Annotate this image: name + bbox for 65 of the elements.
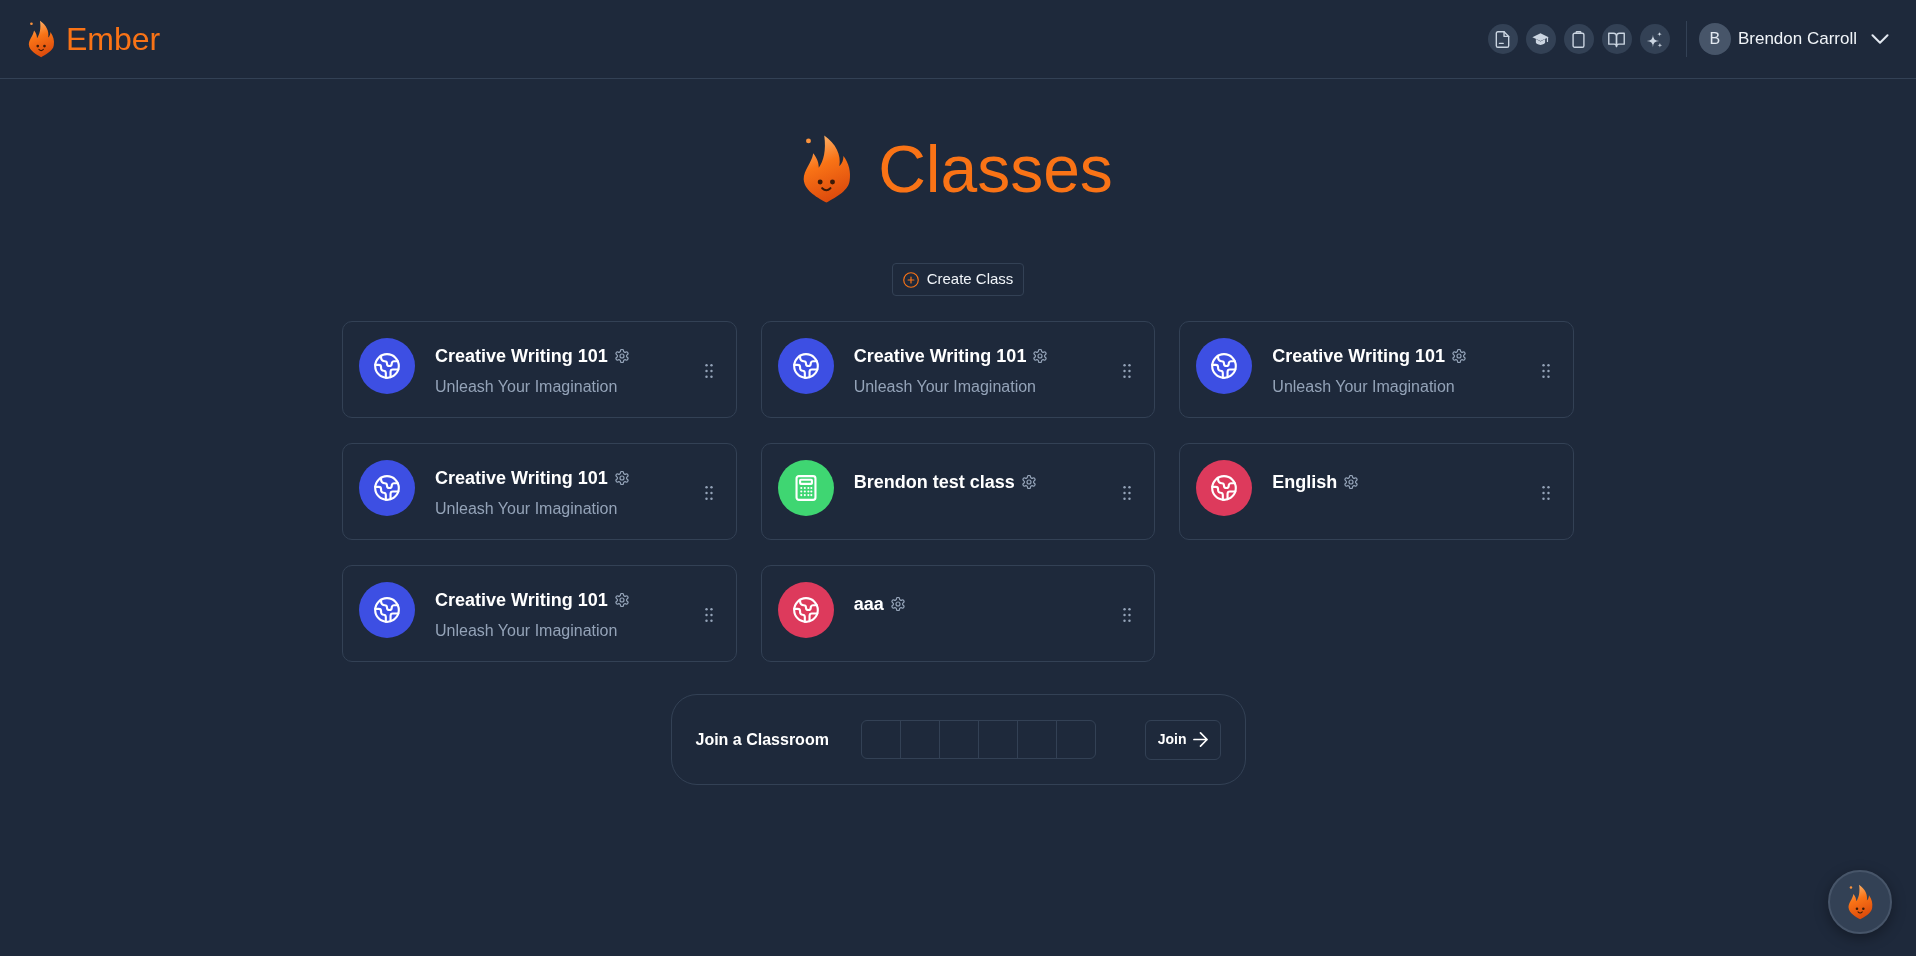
class-card[interactable]: Creative Writing 101 Unleash Your Imagination [342, 443, 737, 540]
class-title: Creative Writing 101 [1272, 345, 1446, 368]
settings-icon[interactable] [614, 471, 629, 485]
settings-icon[interactable] [890, 597, 905, 611]
document-button[interactable] [1487, 24, 1518, 54]
graduation-cap-icon [1532, 30, 1550, 48]
class-card[interactable]: Creative Writing 101 Unleash Your Imagination [760, 321, 1156, 418]
class-title: Creative Writing 101 [435, 589, 608, 612]
drag-handle-icon[interactable] [1542, 364, 1550, 378]
drag-handle-icon[interactable] [704, 486, 713, 500]
class-card[interactable]: Creative Writing 101 Unleash Your Imagination [1179, 321, 1574, 418]
drag-handle-icon[interactable] [1542, 486, 1550, 500]
flame-icon [28, 20, 55, 58]
class-subtitle: Unleash Your Imagination [435, 499, 619, 519]
drag-handle-icon[interactable] [1123, 364, 1132, 378]
class-card[interactable]: English [1179, 443, 1574, 540]
user-avatar[interactable]: B [1698, 23, 1731, 55]
document-icon [1494, 30, 1512, 48]
join-label: Join a Classroom [695, 729, 829, 750]
settings-icon[interactable] [1344, 475, 1359, 489]
settings-icon[interactable] [614, 349, 629, 363]
join-button[interactable]: Join [1144, 719, 1221, 760]
code-digit-field[interactable] [977, 720, 1018, 759]
class-subtitle: Unleash Your Imagination [435, 621, 619, 641]
settings-icon[interactable] [1033, 349, 1048, 363]
create-class-button[interactable]: Create Class [891, 263, 1025, 296]
class-card[interactable]: Brendon test class [760, 443, 1156, 540]
class-card[interactable]: Creative Writing 101 Unleash Your Imagination [342, 565, 737, 662]
user-name[interactable]: Brendon Carroll [1737, 26, 1857, 52]
class-title: Brendon test class [853, 471, 1015, 494]
code-digit-field[interactable] [1055, 720, 1096, 759]
open-book-icon [1608, 30, 1626, 48]
class-title: Creative Writing 101 [435, 467, 608, 490]
chevron-down-icon[interactable] [1871, 34, 1889, 44]
class-subtitle: Unleash Your Imagination [435, 377, 619, 397]
flame-icon [803, 134, 852, 204]
code-digit-field[interactable] [860, 720, 901, 759]
drag-handle-icon[interactable] [704, 364, 713, 378]
flame-icon [1847, 884, 1873, 920]
class-title: English [1272, 471, 1338, 494]
graduation-cap-button[interactable] [1525, 24, 1556, 54]
class-subtitle: Unleash Your Imagination [1272, 377, 1456, 397]
drag-handle-icon[interactable] [704, 608, 713, 622]
plus-circle-icon [902, 271, 919, 288]
code-digit-field[interactable] [1016, 720, 1057, 759]
page-title: Classes [878, 136, 1113, 202]
class-title: Creative Writing 101 [435, 345, 608, 368]
arrow-right-icon [1192, 732, 1208, 747]
class-card[interactable]: Creative Writing 101 Unleash Your Imagination [342, 321, 737, 418]
class-subtitle: Unleash Your Imagination [853, 377, 1037, 397]
clipboard-button[interactable] [1563, 24, 1594, 54]
drag-handle-icon[interactable] [1123, 486, 1132, 500]
open-book-button[interactable] [1601, 24, 1632, 54]
sparkles-button[interactable] [1639, 24, 1670, 54]
settings-icon[interactable] [1021, 475, 1036, 489]
class-title: aaa [853, 593, 884, 616]
class-title: Creative Writing 101 [853, 345, 1027, 368]
settings-icon[interactable] [614, 593, 629, 607]
brand-name[interactable]: Ember [66, 23, 161, 55]
drag-handle-icon[interactable] [1123, 608, 1132, 622]
code-digit-field[interactable] [938, 720, 979, 759]
code-digit-field[interactable] [899, 720, 940, 759]
class-card[interactable]: aaa [760, 565, 1156, 662]
clipboard-icon [1570, 30, 1588, 48]
settings-icon[interactable] [1452, 349, 1467, 363]
